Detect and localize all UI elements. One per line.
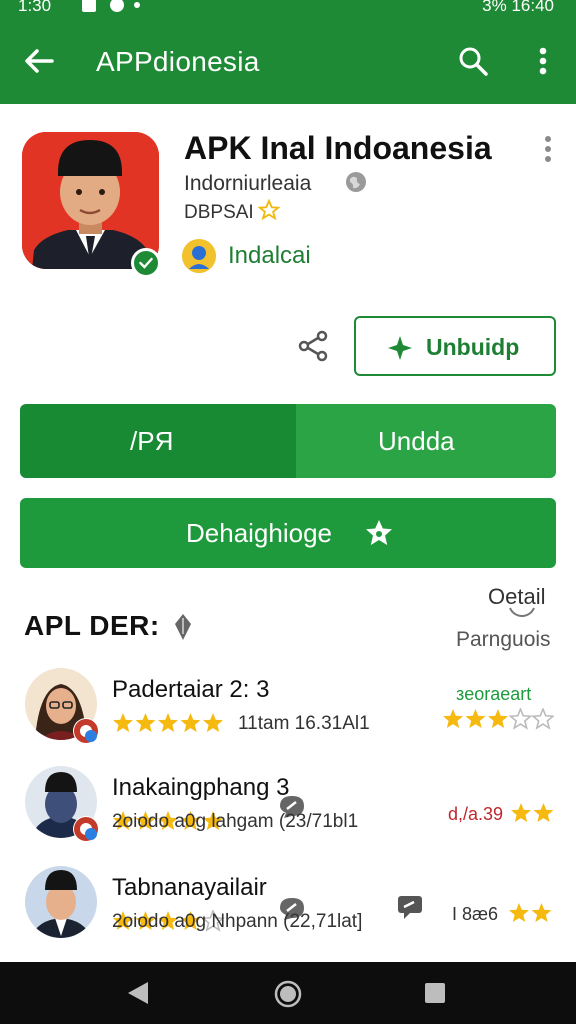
star-filled-icon: [488, 709, 508, 728]
review-meta: 2oiodo a0g lahgam (23/71bl1: [112, 811, 359, 832]
reviewer-name: Padertaiar 2: 3: [112, 676, 270, 703]
star-filled-icon: [531, 903, 552, 922]
star-filled-icon: [180, 713, 201, 732]
review-side-text: I 8æ6: [452, 904, 499, 924]
status-battery-time: 3% 16:40: [482, 0, 554, 15]
developer-name[interactable]: Indorniurleaia: [184, 172, 311, 196]
split-left-label: /PЯ: [130, 426, 174, 456]
review-meta: 2oiodo a0g Nhpann (22,71lat]: [112, 911, 363, 932]
star-filled-icon: [533, 803, 554, 822]
verified-icon: [131, 248, 161, 278]
review-meta: 11tam 16.31Al1: [238, 713, 370, 734]
star-filled-icon: [113, 713, 133, 732]
more-vert-icon[interactable]: [528, 44, 558, 78]
star-filled-icon: [465, 709, 486, 728]
split-action-buttons: /PЯ Undda: [20, 404, 556, 478]
dot-icon: [134, 2, 140, 8]
side-rating-stars: [509, 903, 552, 922]
status-time: 1:30: [18, 0, 52, 15]
rate-button[interactable]: Dehaighioge: [20, 498, 556, 568]
reviewer-badge-icon: [73, 816, 99, 842]
star-outline-icon: [258, 199, 280, 221]
star-icon: [366, 520, 392, 545]
star-empty-icon: [508, 708, 533, 730]
star-filled-icon: [509, 903, 529, 922]
more-vert-icon[interactable]: [536, 134, 560, 164]
sparkle-icon: [388, 336, 412, 360]
app-bar: 1:30 3% 16:40 APPdionesia: [0, 0, 576, 104]
review-side-text: зeoraeart: [456, 684, 532, 704]
share-icon[interactable]: [296, 330, 330, 362]
review-item[interactable]: Inakaingphang 3 2oiodo a0g lahgam (23/71…: [0, 766, 576, 856]
star-filled-icon: [511, 803, 531, 822]
nav-back-icon[interactable]: [126, 980, 150, 1006]
side-rating-stars: [443, 708, 554, 730]
split-right-label: Undda: [378, 426, 455, 456]
side-rating-stars: [511, 803, 554, 822]
sort-label[interactable]: Parnguois: [456, 628, 551, 652]
star-filled-icon: [158, 713, 178, 732]
globe-icon: [346, 172, 366, 192]
app-icon: [22, 132, 159, 269]
review-side-text: d,/a.39: [448, 804, 504, 824]
reviewer-badge-icon: [73, 718, 99, 744]
pin-icon: [175, 614, 191, 640]
split-left-button[interactable]: /PЯ: [20, 404, 296, 478]
reviewer-name: Tabnanayailair: [112, 874, 267, 901]
author-avatar: [182, 239, 216, 273]
nav-home-icon[interactable]: [274, 980, 302, 1008]
search-icon[interactable]: [456, 44, 490, 78]
reviewer-name: Inakaingphang 3: [112, 774, 290, 801]
location-icon: [110, 0, 124, 12]
status-bar: 1:30 3% 16:40: [0, 0, 576, 20]
package-label: DBPSAI: [184, 202, 254, 223]
nav-recent-icon[interactable]: [424, 982, 446, 1004]
system-nav-bar: [0, 962, 576, 1024]
message-icon[interactable]: [396, 894, 424, 920]
reviews-section-title: APL DER:: [24, 610, 160, 641]
app-bar-title: APPdionesia: [96, 46, 260, 77]
back-arrow-icon[interactable]: [22, 44, 56, 78]
refresh-icon: [509, 607, 535, 617]
notification-icon: [82, 0, 96, 12]
update-button-label: Unbuidp: [426, 334, 520, 360]
app-title: APK Inal Indoanesia: [184, 130, 492, 166]
star-empty-icon: [530, 708, 554, 730]
reviewer-avatar: [25, 866, 97, 938]
star-filled-icon: [203, 713, 223, 732]
review-item[interactable]: Padertaiar 2: 3 11tam 16.31Al1 зeoraeart: [0, 668, 576, 758]
author-name[interactable]: Indalcai: [228, 242, 311, 270]
update-button[interactable]: Unbuidp: [354, 316, 556, 376]
split-right-button[interactable]: Undda: [296, 404, 556, 478]
review-item[interactable]: Tabnanayailair 2oiodo a0g Nhpann (22,71l…: [0, 866, 576, 956]
star-filled-icon: [135, 713, 156, 732]
rating-stars: [113, 713, 223, 732]
rate-button-label: Dehaighioge: [186, 518, 333, 548]
star-filled-icon: [443, 709, 463, 728]
